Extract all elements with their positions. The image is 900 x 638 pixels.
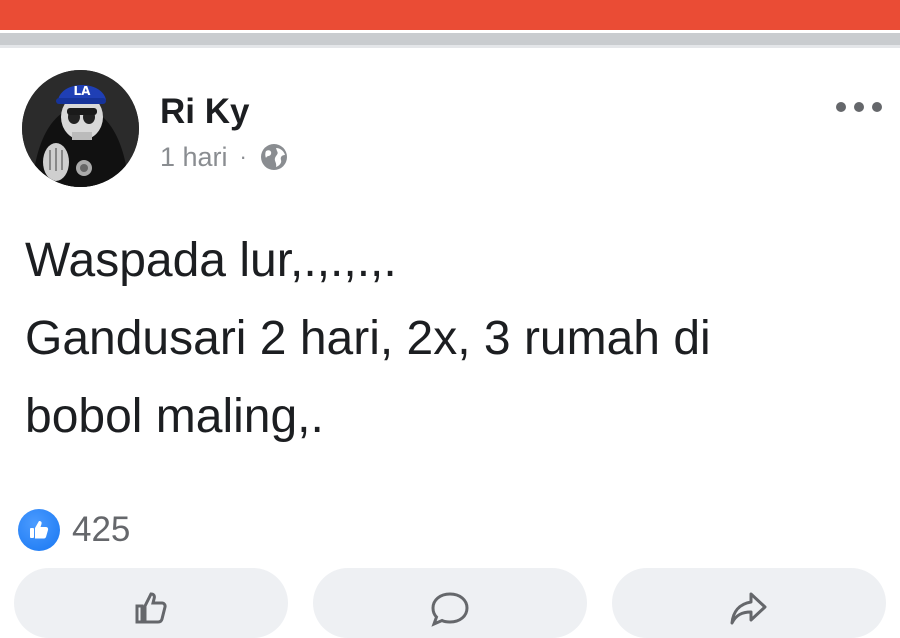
- comment-icon: [431, 592, 469, 627]
- comment-button[interactable]: [313, 568, 587, 638]
- more-dot-icon: [854, 102, 864, 112]
- more-dot-icon: [872, 102, 882, 112]
- post-time[interactable]: 1 hari: [160, 142, 228, 173]
- share-icon: [730, 592, 767, 625]
- avatar[interactable]: LA: [22, 70, 139, 187]
- top-bar: [0, 0, 900, 30]
- post-text-line: Gandusari 2 hari, 2x, 3 rumah di: [25, 312, 711, 365]
- post-text-line: bobol maling,.: [25, 390, 324, 443]
- share-button[interactable]: [612, 568, 886, 638]
- meta-separator: ·: [239, 144, 247, 169]
- like-icon: [135, 592, 167, 624]
- svg-text:LA: LA: [74, 84, 92, 98]
- post-meta: 1 hari ·: [160, 140, 289, 174]
- more-options-button[interactable]: [836, 92, 882, 122]
- reactions-summary[interactable]: 425: [18, 508, 130, 552]
- post-text-line: Waspada lur,.,.,.,.: [25, 234, 397, 287]
- author-name[interactable]: Ri Ky: [160, 92, 249, 132]
- feed-divider-shadow: [0, 45, 900, 48]
- like-button[interactable]: [14, 568, 288, 638]
- skull-avatar-image: LA: [22, 70, 139, 187]
- more-dot-icon: [836, 102, 846, 112]
- like-icon: [18, 509, 60, 551]
- post-text: Waspada lur,.,.,.,. Gandusari 2 hari, 2x…: [25, 222, 885, 456]
- globe-icon: [260, 144, 287, 170]
- feed-divider: [0, 33, 900, 45]
- reaction-count: 425: [72, 510, 131, 549]
